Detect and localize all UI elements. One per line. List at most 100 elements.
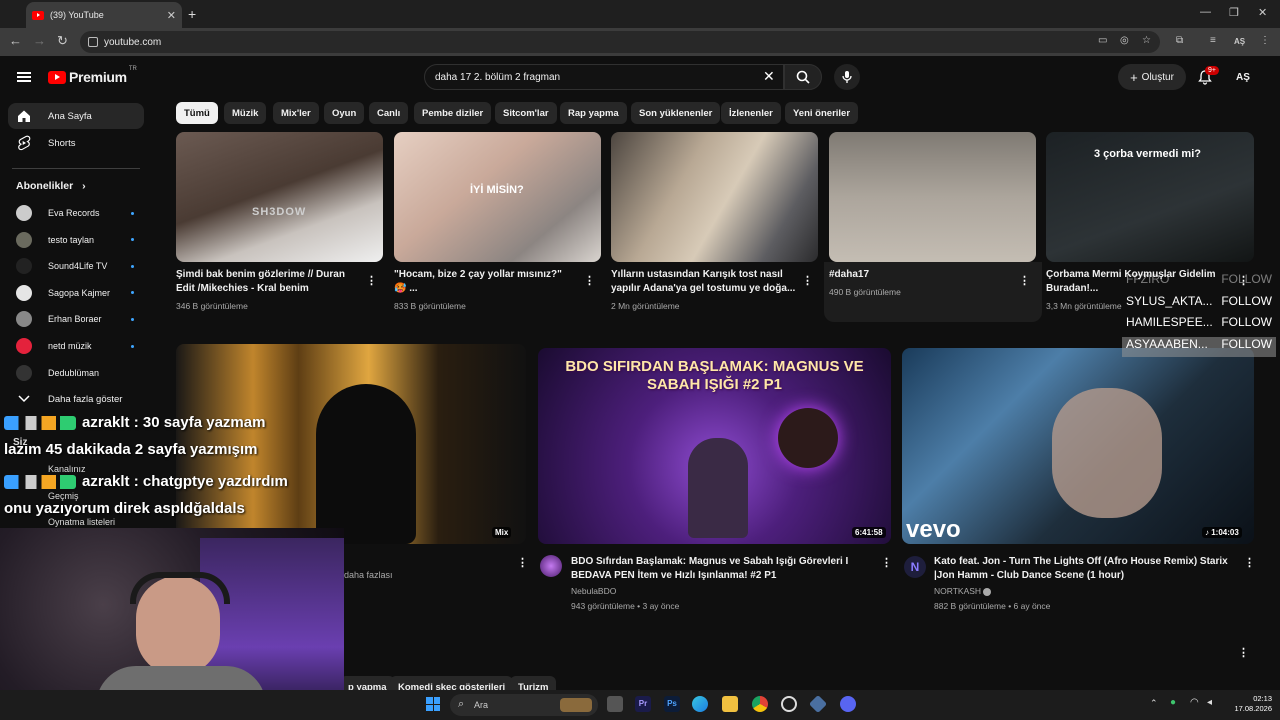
wifi-icon[interactable]: ◠	[1190, 697, 1199, 708]
premiere-icon[interactable]: Pr	[635, 696, 651, 712]
sidebar-item-home[interactable]: Ana Sayfa	[8, 103, 144, 129]
voice-search-button[interactable]	[834, 64, 860, 90]
minimize-icon[interactable]: —	[1200, 6, 1211, 18]
more-options-icon[interactable]: ⋮	[1244, 556, 1255, 569]
taskbar-search[interactable]: ⌕ Ara	[450, 694, 598, 716]
windows-start-icon[interactable]	[426, 697, 440, 711]
browser-menu-icon[interactable]: ⋮	[1260, 35, 1270, 46]
channel-label: NORTKASH	[934, 586, 982, 596]
video-thumbnail[interactable]: vevo ♪ 1:04:03	[902, 348, 1254, 544]
video-thumbnail[interactable]: SH3DOW	[176, 132, 383, 262]
video-title[interactable]: BDO Sıfırdan Başlamak: Magnus ve Sabah I…	[571, 555, 871, 583]
edge-icon[interactable]	[692, 696, 708, 712]
subscription-item[interactable]: Sound4Life TV	[16, 256, 144, 276]
subscriptions-label: Abonelikler	[16, 180, 74, 192]
volume-icon[interactable]: ◂	[1207, 697, 1212, 708]
filter-chip[interactable]: Müzik	[224, 102, 267, 124]
photoshop-icon[interactable]: Ps	[664, 696, 680, 712]
channel-avatar[interactable]: N	[904, 556, 926, 578]
create-button[interactable]: + Oluştur	[1118, 64, 1186, 90]
show-more-button[interactable]: Daha fazla göster	[8, 386, 144, 412]
filter-chip[interactable]: Canlı	[369, 102, 409, 124]
subscription-item[interactable]: testo taylan	[16, 230, 144, 250]
address-bar[interactable]: youtube.com	[80, 31, 1160, 53]
filter-chip[interactable]: Yeni öneriler	[785, 102, 859, 124]
video-title[interactable]: Şimdi bak benim gözlerime // Duran Edit /…	[176, 268, 361, 296]
filter-chip[interactable]: Son yüklenenler	[631, 102, 721, 124]
search-input[interactable]: daha 17 2. bölüm 2 fragman	[424, 64, 784, 90]
app-icon[interactable]	[781, 696, 797, 712]
subscription-item[interactable]: Dedublüman	[16, 363, 144, 383]
subscription-label: Sagopa Kajmer	[48, 287, 111, 298]
title-line: "Hocam, bize 2 çay yollar mısınız?"	[394, 269, 562, 280]
video-thumbnail[interactable]: İYİ MİSİN?	[394, 132, 601, 262]
video-title[interactable]: "Hocam, bize 2 çay yollar mısınız?" 🥵 ...	[394, 268, 579, 296]
video-thumbnail[interactable]: BDO SIFIRDAN BAŞLAMAK: MAGNUS VE SABAH I…	[538, 348, 891, 544]
subscription-item[interactable]: Sagopa Kajmer	[16, 283, 144, 303]
more-options-icon[interactable]: ⋮	[802, 274, 813, 287]
video-title[interactable]: #daha17	[829, 268, 1014, 282]
profile-icon[interactable]: AŞ	[1234, 37, 1245, 46]
more-options-icon[interactable]: ⋮	[881, 556, 892, 569]
bookmark-star-icon[interactable]: ☆	[1142, 35, 1151, 46]
follow-alert-row: SYLUS_AKTA... FOLLOW	[1122, 294, 1276, 314]
tab-close-icon[interactable]: ✕	[167, 9, 176, 22]
more-options-icon[interactable]: ⋮	[584, 274, 595, 287]
file-explorer-icon[interactable]	[722, 696, 738, 712]
video-meta: 882 B görüntüleme • 6 ay önce	[934, 601, 1051, 611]
media-controls-icon[interactable]: ≡	[1210, 35, 1216, 46]
site-info-icon[interactable]	[88, 37, 98, 47]
sidebar-item-playlists[interactable]: Oynatma listeleri	[48, 517, 115, 527]
more-options-icon[interactable]: ⋮	[1019, 274, 1030, 287]
channel-name[interactable]: NebulaBDO	[571, 586, 616, 596]
subscription-item[interactable]: Erhan Boraer	[16, 309, 144, 329]
taskbar-clock[interactable]: 02:13 17.08.2026	[1228, 694, 1272, 714]
channel-avatar	[16, 205, 32, 221]
microphone-tray-icon[interactable]: ●	[1170, 697, 1176, 708]
back-icon[interactable]: ←	[9, 33, 22, 48]
forward-icon[interactable]: →	[33, 33, 46, 48]
task-view-icon[interactable]	[607, 696, 623, 712]
extensions-icon[interactable]: ⧉	[1176, 35, 1183, 46]
video-title[interactable]: Yılların ustasından Karışık tost nasıl ya…	[611, 268, 796, 296]
more-options-icon[interactable]: ⋮	[366, 274, 377, 287]
video-thumbnail[interactable]	[611, 132, 818, 262]
account-avatar[interactable]: AŞ	[1232, 66, 1254, 88]
subscription-item[interactable]: netd müzik	[16, 336, 144, 356]
video-thumbnail[interactable]: 3 çorba vermedi mi?	[1046, 132, 1254, 262]
youtube-logo[interactable]: Premium TR	[48, 66, 137, 85]
discord-icon[interactable]	[840, 696, 856, 712]
tray-chevron-icon[interactable]: ⌃	[1150, 698, 1158, 709]
channel-avatar[interactable]	[540, 555, 562, 577]
filter-chip[interactable]: Tümü	[176, 102, 218, 124]
subscriptions-heading[interactable]: Abonelikler ›	[16, 180, 86, 192]
filter-chip[interactable]: Mix'ler	[273, 102, 319, 124]
filter-chip[interactable]: Pembe diziler	[414, 102, 492, 124]
chat-text: azraklt : chatgptye yazdırdım	[82, 473, 288, 490]
video-thumbnail[interactable]	[829, 132, 1036, 262]
search-button[interactable]	[784, 64, 822, 90]
window-close-icon[interactable]: ✕	[1258, 6, 1267, 19]
cast-icon[interactable]: ▭	[1098, 35, 1107, 46]
video-title[interactable]: Kato feat. Jon - Turn The Lights Off (Af…	[934, 555, 1239, 583]
reload-icon[interactable]: ↻	[57, 33, 68, 49]
filter-chip[interactable]: Sitcom'lar	[495, 102, 557, 124]
maximize-icon[interactable]: ❐	[1229, 6, 1239, 19]
filter-chip[interactable]: İzlenenler	[721, 102, 781, 124]
more-options-icon[interactable]: ⋮	[1238, 646, 1249, 659]
eye-off-icon[interactable]: ◎	[1120, 35, 1129, 46]
new-tab-button[interactable]: +	[188, 6, 196, 22]
follow-label: FOLLOW	[1221, 315, 1272, 329]
filter-chip[interactable]: Rap yapma	[560, 102, 627, 124]
sidebar-item-shorts[interactable]: Shorts	[8, 130, 144, 156]
more-options-icon[interactable]: ⋮	[517, 556, 528, 569]
screen: { "browser": { "tab_title": "(39) YouTub…	[0, 0, 1280, 720]
video-meta: 490 B görüntüleme	[829, 287, 901, 297]
channel-name[interactable]: NORTKASH	[934, 586, 992, 596]
filter-chip[interactable]: Oyun	[324, 102, 365, 124]
chrome-icon[interactable]	[752, 696, 768, 712]
browser-tab[interactable]: (39) YouTube ✕	[26, 2, 182, 28]
menu-icon[interactable]	[17, 72, 31, 82]
subscription-item[interactable]: Eva Records	[16, 203, 144, 223]
clear-search-icon[interactable]: ✕	[763, 68, 775, 85]
